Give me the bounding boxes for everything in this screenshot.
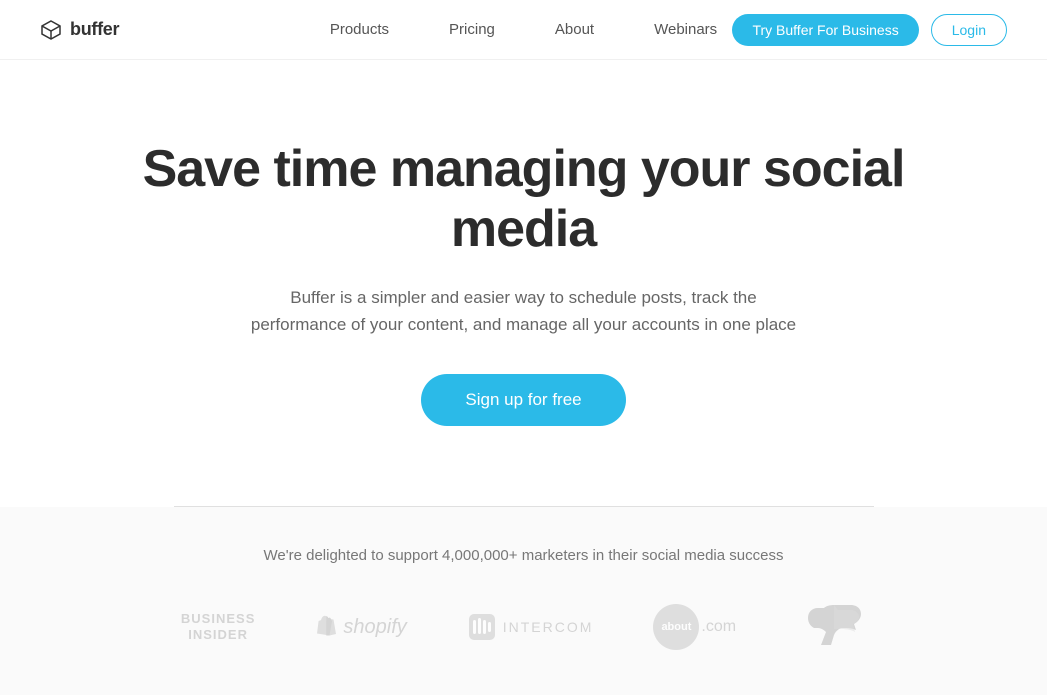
header-left: buffer bbox=[40, 19, 119, 41]
hero-section: Save time managing your social media Buf… bbox=[0, 60, 1047, 486]
shopify-icon bbox=[315, 614, 337, 640]
hero-title: Save time managing your social media bbox=[124, 140, 924, 260]
broncos-icon bbox=[796, 600, 866, 650]
partner-logos: BUSINESS INSIDER shopify INTERCOM bbox=[181, 600, 866, 655]
business-insider-logo: BUSINESS INSIDER bbox=[181, 611, 255, 645]
intercom-text: INTERCOM bbox=[503, 619, 594, 635]
buffer-logo-text: buffer bbox=[70, 19, 119, 40]
buffer-logo-link[interactable]: buffer bbox=[40, 19, 119, 41]
main-nav: Products Pricing About Webinars bbox=[300, 21, 747, 38]
header-right: Try Buffer For Business Login bbox=[732, 14, 1007, 46]
about-circle: about bbox=[653, 604, 699, 650]
broncos-logo bbox=[796, 600, 866, 655]
about-text: .com bbox=[701, 618, 736, 636]
signup-button[interactable]: Sign up for free bbox=[421, 374, 625, 426]
shopify-text: shopify bbox=[343, 616, 406, 639]
intercom-icon bbox=[467, 612, 497, 642]
header: buffer Products Pricing About Webinars T… bbox=[0, 0, 1047, 60]
social-proof-section: We're delighted to support 4,000,000+ ma… bbox=[0, 507, 1047, 695]
about-logo: about .com bbox=[653, 604, 736, 650]
try-buffer-business-button[interactable]: Try Buffer For Business bbox=[732, 14, 918, 46]
nav-pricing[interactable]: Pricing bbox=[419, 21, 525, 38]
nav-products[interactable]: Products bbox=[300, 21, 419, 38]
social-proof-text: We're delighted to support 4,000,000+ ma… bbox=[264, 547, 784, 564]
buffer-logo-icon bbox=[40, 19, 62, 41]
nav-webinars[interactable]: Webinars bbox=[624, 21, 747, 38]
intercom-logo: INTERCOM bbox=[467, 612, 594, 642]
nav-about[interactable]: About bbox=[525, 21, 624, 38]
login-button[interactable]: Login bbox=[931, 14, 1007, 46]
shopify-logo: shopify bbox=[315, 614, 406, 640]
hero-subtitle: Buffer is a simpler and easier way to sc… bbox=[244, 284, 804, 338]
